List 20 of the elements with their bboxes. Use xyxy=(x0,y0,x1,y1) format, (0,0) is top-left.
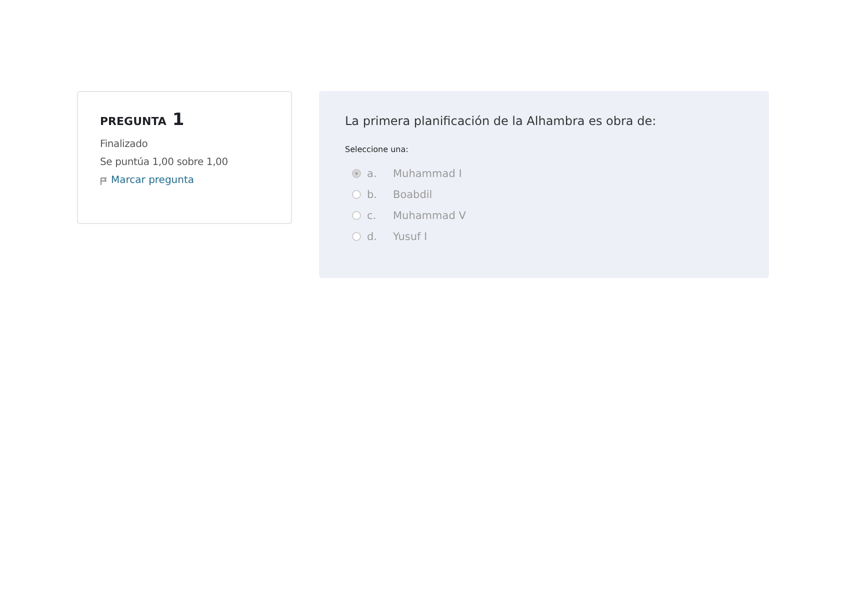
question-number: 1 xyxy=(172,110,184,130)
flag-icon[interactable] xyxy=(100,176,107,184)
option-label: Yusuf I xyxy=(393,230,428,242)
question-label: PREGUNTA xyxy=(100,115,166,128)
option-letter: a. xyxy=(367,168,378,180)
radio-button[interactable] xyxy=(352,232,361,241)
question-text: La primera planificación de la Alhambra es obra de: xyxy=(345,114,658,128)
option-label: Boabdil xyxy=(393,188,432,200)
radio-button[interactable] xyxy=(352,169,361,178)
question-grade: Se puntúa 1,00 sobre 1,00 xyxy=(100,157,229,168)
question-state: Finalizado xyxy=(100,139,149,150)
option-label: Muhammad I xyxy=(393,168,462,180)
flag-question-link[interactable]: Marcar pregunta xyxy=(111,175,194,186)
option-letter: d. xyxy=(367,230,378,242)
radio-button[interactable] xyxy=(352,190,361,199)
answer-prompt: Seleccione una: xyxy=(345,145,410,154)
option-label: Muhammad V xyxy=(393,210,466,222)
option-letter: b. xyxy=(367,188,378,200)
radio-button[interactable] xyxy=(352,211,361,220)
option-letter: c. xyxy=(367,210,378,222)
